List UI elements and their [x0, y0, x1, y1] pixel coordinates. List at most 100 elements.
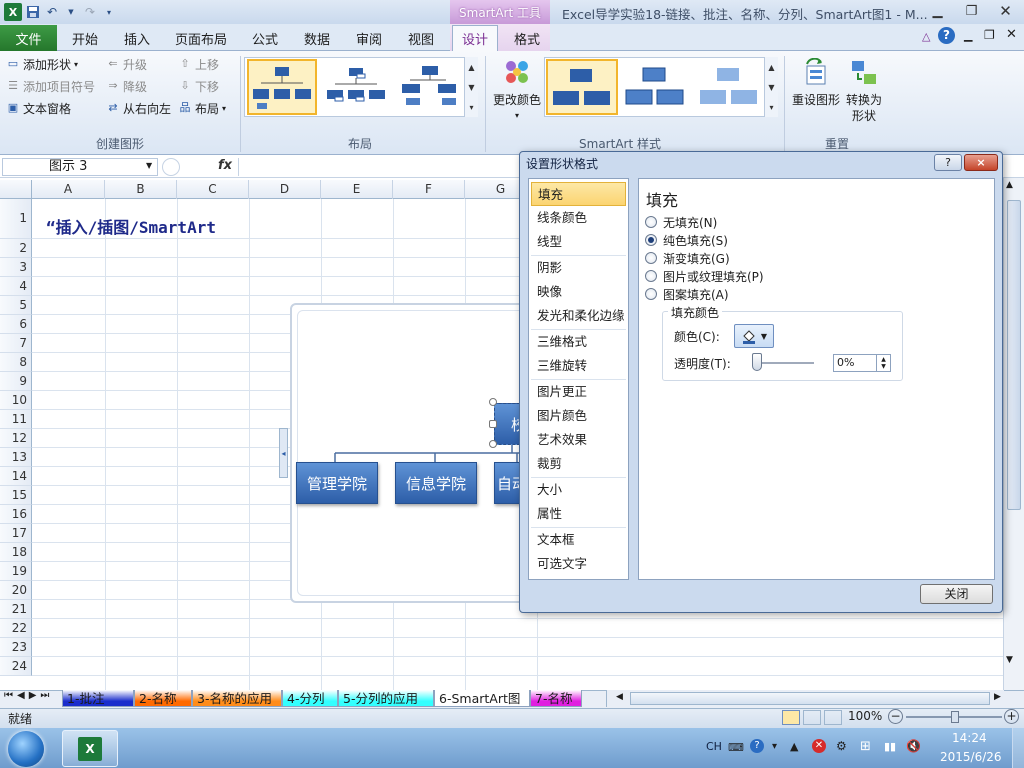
help-icon[interactable]: ? [938, 27, 955, 44]
redo-icon[interactable]: ↷ [82, 4, 98, 20]
move-up-button[interactable]: ⇧ 上移 [178, 54, 219, 74]
radio-button-icon[interactable] [645, 270, 657, 282]
dialog-nav-item[interactable]: 大小 [531, 478, 626, 502]
row-header[interactable]: 20 [0, 581, 32, 600]
radio-button-icon[interactable] [645, 234, 657, 246]
zoom-level[interactable]: 100% [848, 709, 882, 723]
fill-option-radio[interactable]: 图案填充(A) [645, 285, 729, 303]
row-header[interactable]: 6 [0, 315, 32, 334]
name-box[interactable]: 图示 3 [2, 158, 158, 176]
dialog-nav-item[interactable]: 图片更正 [531, 380, 626, 404]
taskbar-excel-button[interactable]: X [62, 730, 118, 767]
layout-option-org-chart[interactable] [247, 59, 317, 115]
page-layout-view-icon[interactable] [803, 710, 821, 725]
doc-restore-icon[interactable]: ❐ [984, 28, 995, 42]
smartart-node-management[interactable]: 管理学院 [296, 462, 378, 504]
ime-indicator[interactable]: CH [706, 740, 722, 753]
radio-button-icon[interactable] [645, 288, 657, 300]
row-header[interactable]: 1 [0, 199, 32, 239]
tab-review[interactable]: 审阅 [346, 25, 392, 51]
gallery-more-icon[interactable]: ▾ [469, 103, 473, 112]
row-header[interactable]: 19 [0, 562, 32, 581]
column-header-a[interactable]: A [32, 180, 105, 199]
row-header[interactable]: 7 [0, 334, 32, 353]
page-break-view-icon[interactable] [824, 710, 842, 725]
row-header[interactable]: 16 [0, 505, 32, 524]
formula-input[interactable] [238, 158, 518, 176]
sheet-nav-arrows-icon[interactable]: ⏮◀▶⏭ [4, 690, 53, 701]
transparency-spinner[interactable]: ▲ ▼ [876, 355, 890, 371]
doc-minimize-icon[interactable]: ▁ [964, 29, 972, 42]
close-window-icon[interactable]: ✕ [992, 1, 1019, 21]
scroll-down-arrow-icon[interactable]: ▼ [1006, 655, 1013, 665]
select-all-corner[interactable] [0, 180, 32, 199]
network-icon[interactable]: ▮▮ [884, 740, 896, 753]
gallery-more-icon[interactable]: ▾ [769, 103, 773, 112]
scroll-down-icon[interactable]: ▼ [768, 83, 774, 92]
layout-option-name-title-org[interactable] [322, 59, 392, 115]
dialog-nav-item[interactable]: 发光和柔化边缘 [531, 304, 626, 328]
column-header-e[interactable]: E [321, 180, 393, 199]
sheet-tab[interactable]: 6-SmartArt图 [434, 690, 530, 707]
dialog-nav-item[interactable]: 属性 [531, 502, 626, 526]
column-header-f[interactable]: F [393, 180, 465, 199]
row-header[interactable]: 23 [0, 638, 32, 657]
undo-icon[interactable]: ↶ [44, 4, 60, 20]
sheet-tab[interactable]: 2-名称 [134, 690, 192, 707]
dialog-nav-item[interactable]: 映像 [531, 280, 626, 304]
sheet-tab[interactable]: 5-分列的应用 [338, 690, 434, 707]
fill-option-radio[interactable]: 纯色填充(S) [645, 231, 728, 249]
windows-start-icon[interactable] [8, 731, 44, 767]
doc-close-icon[interactable]: ✕ [1006, 27, 1017, 42]
row-header[interactable]: 24 [0, 657, 32, 676]
style-option-shadow[interactable] [620, 59, 692, 115]
promote-button[interactable]: ⇐ 升级 [106, 54, 147, 74]
hscroll-right-icon[interactable]: ▶ [994, 692, 1001, 702]
row-header[interactable]: 2 [0, 239, 32, 258]
selection-handle[interactable] [489, 440, 497, 448]
dialog-close-button[interactable]: 关闭 [920, 584, 993, 604]
transparency-slider-thumb[interactable] [752, 353, 762, 371]
volume-muted-icon[interactable]: 🔇 [906, 739, 921, 753]
radio-button-icon[interactable] [645, 252, 657, 264]
row-header[interactable]: 14 [0, 467, 32, 486]
style-option-subtle[interactable] [694, 59, 766, 115]
tab-insert[interactable]: 插入 [114, 25, 160, 51]
styles-gallery-scroll[interactable]: ▲ ▼ ▾ [764, 57, 778, 117]
dialog-nav-item[interactable]: 可选文字 [531, 552, 626, 576]
dialog-nav-item[interactable]: 阴影 [531, 256, 626, 280]
insert-function-icon[interactable]: fx [218, 158, 232, 173]
ime-options-icon[interactable]: ▾ [772, 741, 777, 752]
sheet-tab[interactable]: 3-名称的应用 [192, 690, 282, 707]
add-bullet-button[interactable]: ☰ 添加项目符号 [6, 76, 95, 96]
row-header[interactable]: 15 [0, 486, 32, 505]
dialog-nav-item[interactable]: 填充 [531, 182, 626, 206]
undo-dropdown-icon[interactable]: ▼ [63, 4, 79, 20]
tray-expand-icon[interactable]: ▲ [790, 740, 798, 753]
windows-flag-icon[interactable]: ⊞ [860, 739, 871, 754]
save-icon[interactable] [25, 4, 41, 20]
horizontal-scroll-thumb[interactable] [630, 692, 990, 705]
column-header-b[interactable]: B [105, 180, 177, 199]
keyboard-icon[interactable]: ⌨ [728, 741, 744, 754]
dialog-nav-item[interactable]: 线条颜色 [531, 206, 626, 230]
layout-gallery-scroll[interactable]: ▲ ▼ ▾ [464, 57, 478, 117]
text-pane-toggle-icon[interactable]: ◂ [279, 428, 288, 478]
row-header[interactable]: 18 [0, 543, 32, 562]
security-alert-icon[interactable]: ✕ [812, 739, 826, 753]
add-shape-button[interactable]: ▭ 添加形状 ▾ [6, 54, 78, 74]
smartart-top-node[interactable]: 校 [494, 403, 520, 445]
tab-file[interactable]: 文件 [0, 25, 57, 51]
row-header[interactable]: 5 [0, 296, 32, 315]
zoom-slider-thumb[interactable] [951, 711, 959, 723]
tab-view[interactable]: 视图 [398, 25, 444, 51]
row-header[interactable]: 22 [0, 619, 32, 638]
demote-button[interactable]: ⇒ 降级 [106, 76, 147, 96]
change-colors-button[interactable]: 更改颜色 ▾ [490, 58, 544, 124]
right-to-left-button[interactable]: ⇄ 从右向左 [106, 98, 171, 118]
zoom-in-icon[interactable]: + [1004, 709, 1019, 724]
clock-time[interactable]: 14:24 [952, 731, 987, 745]
dialog-close-icon[interactable]: × [964, 154, 998, 171]
fill-option-radio[interactable]: 图片或纹理填充(P) [645, 267, 764, 285]
tab-data[interactable]: 数据 [294, 25, 340, 51]
